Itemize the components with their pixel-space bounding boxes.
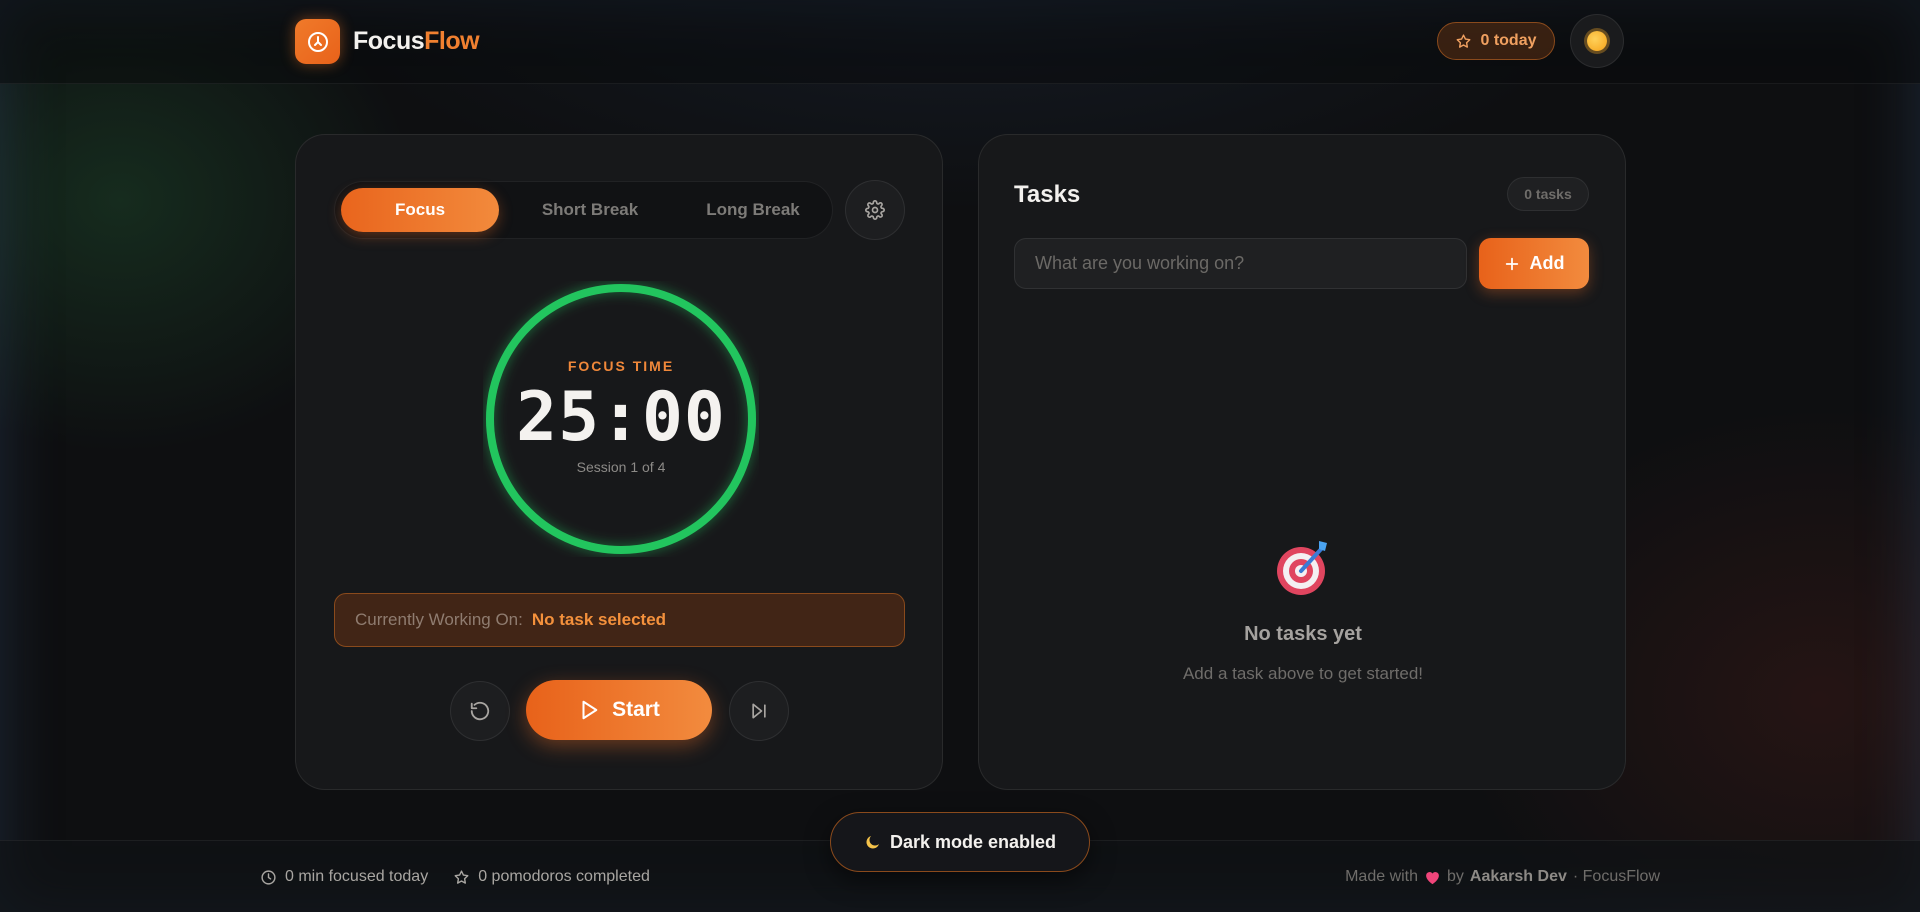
tasks-count-badge: 0 tasks — [1507, 177, 1589, 211]
empty-state: No tasks yet Add a task above to get sta… — [979, 535, 1627, 684]
timer-mode-label: FOCUS TIME — [567, 357, 675, 374]
brand-name-flow: Flow — [424, 27, 480, 55]
background-vignette — [0, 0, 1920, 912]
current-task-value: No task selected — [531, 610, 667, 629]
session-counter: Session 1 of 4 — [576, 458, 666, 475]
timer-card: Focus Short Break Long Break FOCUS TIME … — [295, 134, 943, 790]
pomodoros-text: 0 pomodoros completed — [478, 868, 650, 885]
tab-long-break[interactable]: Long Break — [673, 188, 833, 232]
tab-focus[interactable]: Focus — [341, 188, 499, 232]
credits-suffix: · FocusFlow — [1572, 868, 1660, 885]
theme-toggle-button[interactable] — [1570, 14, 1624, 68]
start-button-label: Start — [612, 698, 660, 721]
plus-icon — [1505, 257, 1518, 270]
brand[interactable]: FocusFlow — [295, 19, 480, 64]
today-count-text: 0 today — [1480, 32, 1537, 49]
add-task-button[interactable]: Add — [1479, 238, 1589, 289]
toast-text: Dark mode enabled — [889, 831, 1057, 852]
reset-icon — [470, 701, 490, 721]
tasks-card: Tasks 0 tasks Add No tasks yet Add a tas… — [978, 134, 1626, 790]
timer-countdown: 25:00 — [516, 377, 726, 457]
star-icon — [454, 869, 469, 884]
timer-ring: FOCUS TIME 25:00 Session 1 of 4 — [483, 281, 759, 557]
heart-icon — [1426, 872, 1439, 885]
timer-logo-icon — [295, 19, 340, 64]
toast-notification: Dark mode enabled — [830, 812, 1090, 872]
settings-button[interactable] — [845, 180, 905, 240]
timer-display: FOCUS TIME 25:00 Session 1 of 4 — [483, 281, 759, 557]
today-count-badge[interactable]: 0 today — [1437, 22, 1555, 60]
add-task-label: Add — [1529, 253, 1565, 273]
footer-stats: 0 min focused today 0 pomodoros complete… — [260, 868, 650, 886]
current-task-label: Currently Working On: — [355, 610, 523, 629]
play-icon — [582, 700, 598, 720]
tab-short-break[interactable]: Short Break — [510, 188, 670, 232]
footer-credits: Made with by Aakarsh Dev · FocusFlow — [1345, 868, 1660, 886]
skip-forward-icon — [752, 703, 766, 719]
author-link[interactable]: Aakarsh Dev — [1470, 868, 1567, 886]
by-text: by — [1447, 868, 1464, 885]
skip-button[interactable] — [729, 681, 789, 741]
background-glow — [0, 0, 1920, 912]
sun-icon — [1587, 31, 1607, 51]
pomodoros-stat: 0 pomodoros completed — [453, 868, 650, 886]
moon-icon — [866, 836, 879, 849]
mode-tabs: Focus Short Break Long Break — [334, 181, 833, 239]
gear-icon — [865, 200, 885, 220]
clock-icon — [261, 869, 276, 885]
minutes-focused-stat: 0 min focused today — [260, 868, 428, 886]
reset-button[interactable] — [450, 681, 510, 741]
brand-name: FocusFlow — [353, 27, 480, 56]
empty-state-title: No tasks yet — [1244, 623, 1362, 645]
task-input[interactable] — [1014, 238, 1467, 289]
start-button[interactable]: Start — [526, 680, 712, 740]
minutes-focused-text: 0 min focused today — [285, 868, 429, 885]
current-task-banner: Currently Working On: No task selected — [334, 593, 905, 647]
target-icon — [1277, 541, 1327, 595]
star-icon — [1457, 33, 1471, 48]
brand-name-focus: Focus — [353, 27, 425, 55]
made-with-text: Made with — [1345, 868, 1419, 885]
empty-state-subtitle: Add a task above to get started! — [1182, 664, 1424, 683]
tasks-title: Tasks — [1014, 181, 1081, 208]
app-header: FocusFlow 0 today — [0, 0, 1920, 84]
